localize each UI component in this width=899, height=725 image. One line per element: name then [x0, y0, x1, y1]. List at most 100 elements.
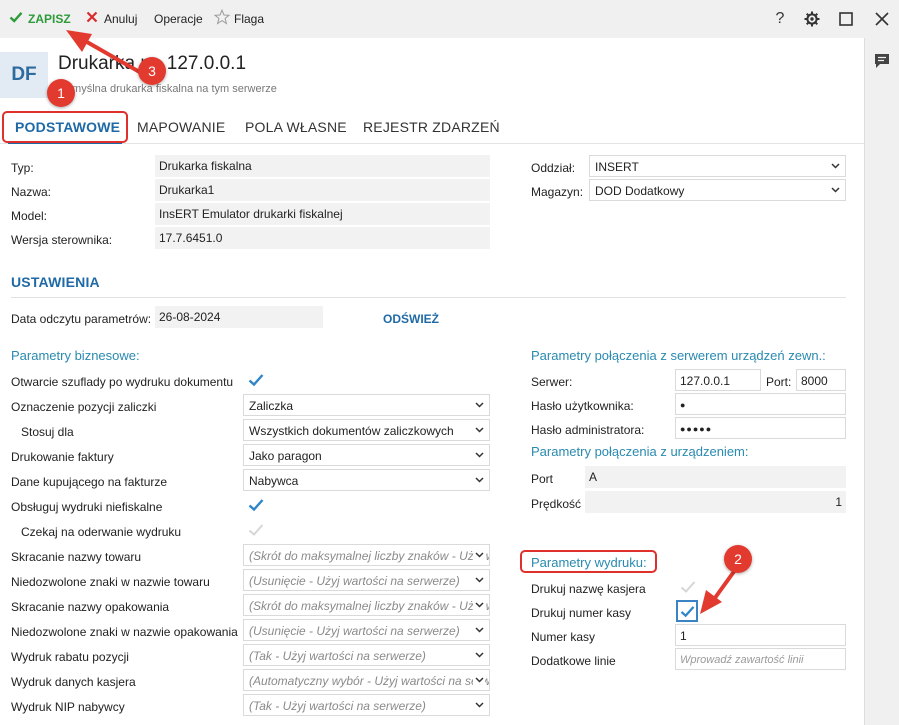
nonfiscal-prints-checkbox[interactable]	[246, 495, 266, 515]
operations-button[interactable]: Operacje	[154, 10, 203, 28]
save-button[interactable]: ZAPISZ	[8, 10, 71, 28]
print-cashier-checkbox[interactable]	[678, 577, 698, 597]
gear-icon	[804, 11, 820, 27]
server-conn-title: Parametry połączenia z serwerem urządzeń…	[531, 348, 826, 363]
type-label: Typ:	[11, 161, 34, 175]
device-speed-value: 1	[585, 491, 846, 513]
product-name-chars-select[interactable]: (Usunięcie - Użyj wartości na serwerze)	[243, 569, 490, 591]
annotation-badge-3: 3	[138, 57, 166, 85]
admin-password-label: Hasło administratora:	[531, 423, 645, 437]
extra-lines-input[interactable]: Wprowadź zawartość linii	[675, 648, 846, 670]
advance-marking-select[interactable]: Zaliczka	[243, 394, 490, 416]
name-value: Drukarka1	[155, 179, 490, 201]
tab-basic[interactable]: PODSTAWOWE	[15, 119, 120, 135]
active-tab-indicator	[8, 141, 122, 144]
port-input[interactable]: 8000	[796, 369, 846, 391]
business-row-label: Dane kupującego na fakturze	[11, 475, 168, 489]
user-password-label: Hasło użytkownika:	[531, 399, 634, 413]
tab-event-log[interactable]: REJESTR ZDARZEŃ	[363, 119, 500, 135]
item-discount-print-select[interactable]: (Tak - Użyj wartości na serwerze)	[243, 644, 490, 666]
branch-select[interactable]: INSERT	[589, 155, 846, 177]
cancel-label: Anuluj	[104, 12, 138, 26]
buyer-nip-print-select[interactable]: (Tak - Użyj wartości na serwerze)	[243, 694, 490, 716]
invoice-printing-select[interactable]: Jako paragon	[243, 444, 490, 466]
select-value: (Skrót do maksymalnej liczby znaków - Uż…	[249, 549, 489, 563]
annotation-badge-2: 2	[724, 545, 752, 573]
read-date-value: 26-08-2024	[155, 306, 323, 328]
tab-custom-fields[interactable]: POLA WŁASNE	[245, 119, 347, 135]
chevron-down-icon	[473, 545, 485, 565]
business-row-label: Niedozwolone znaki w nazwie opakowania	[11, 625, 238, 639]
close-window-button[interactable]	[871, 8, 893, 30]
business-row-label: Czekaj na oderwanie wydruku	[21, 525, 182, 539]
refresh-button[interactable]: ODŚWIEŻ	[383, 312, 439, 326]
server-label: Serwer:	[531, 375, 573, 389]
business-row-label: Otwarcie szuflady po wydruku dokumentu	[11, 375, 234, 389]
arrow-head-checkbox	[700, 590, 722, 614]
business-params-title: Parametry biznesowe:	[11, 348, 140, 363]
chevron-down-icon	[473, 645, 485, 665]
chevron-down-icon	[473, 620, 485, 640]
settings-divider	[11, 297, 846, 298]
warehouse-label: Magazyn:	[531, 185, 584, 199]
page-subtitle: Domyślna drukarka fiskalna na tym serwer…	[58, 83, 277, 95]
device-port-value: A	[585, 466, 846, 488]
register-number-input[interactable]: 1	[675, 624, 846, 646]
print-params-title: Parametry wydruku:	[531, 555, 647, 570]
buyer-data-select[interactable]: Nabywca	[243, 469, 490, 491]
select-value: (Automatyczny wybór - Użyj wartości na s…	[249, 674, 489, 688]
business-row-label: Skracanie nazwy opakowania	[11, 600, 170, 614]
chevron-down-icon	[473, 470, 485, 490]
server-input[interactable]: 127.0.0.1	[675, 369, 761, 391]
select-value: (Usunięcie - Użyj wartości na serwerze)	[249, 574, 460, 588]
branch-value: INSERT	[595, 160, 639, 174]
check-icon	[248, 374, 264, 387]
select-value: (Usunięcie - Użyj wartości na serwerze)	[249, 624, 460, 638]
chevron-down-icon	[473, 595, 485, 615]
drawer-open-checkbox[interactable]	[246, 370, 266, 390]
package-name-chars-select[interactable]: (Usunięcie - Użyj wartości na serwerze)	[243, 619, 490, 641]
model-value: InsERT Emulator drukarki fiskalnej	[155, 203, 490, 225]
close-window-icon	[875, 12, 889, 26]
chevron-down-icon	[473, 570, 485, 590]
chevron-down-icon	[473, 695, 485, 715]
user-password-input[interactable]: ●	[675, 393, 846, 415]
chevron-down-icon	[473, 420, 485, 440]
print-register-checkbox[interactable]	[676, 600, 698, 622]
register-number-label: Numer kasy	[531, 630, 596, 644]
cancel-button[interactable]: Anuluj	[84, 10, 137, 28]
cashier-data-print-select[interactable]: (Automatyczny wybór - Użyj wartości na s…	[243, 669, 490, 691]
flag-button[interactable]: Flaga	[213, 8, 264, 28]
document-header: DF Drukarka na 127.0.0.1 Domyślna drukar…	[0, 38, 864, 110]
apply-for-select[interactable]: Wszystkich dokumentów zaliczkowych	[243, 419, 490, 441]
chevron-down-icon	[473, 395, 485, 415]
help-button[interactable]: ?	[769, 8, 791, 30]
package-name-shortening-select[interactable]: (Skrót do maksymalnej liczby znaków - Uż…	[243, 594, 490, 616]
tab-bar: PODSTAWOWE MAPOWANIE POLA WŁASNE REJESTR…	[0, 110, 864, 144]
warehouse-select[interactable]: DOD Dodatkowy	[589, 179, 846, 201]
select-value: (Skrót do maksymalnej liczby znaków - Uż…	[249, 599, 489, 613]
select-value: (Tak - Użyj wartości na serwerze)	[249, 699, 426, 713]
product-name-shortening-select[interactable]: (Skrót do maksymalnej liczby znaków - Uż…	[243, 544, 490, 566]
model-label: Model:	[11, 209, 48, 223]
business-row-label: Skracanie nazwy towaru	[11, 550, 142, 564]
type-value: Drukarka fiskalna	[155, 155, 490, 177]
print-cashier-label: Drukuj nazwę kasjera	[531, 582, 646, 596]
chevron-down-icon	[473, 445, 485, 465]
extra-lines-label: Dodatkowe linie	[531, 654, 616, 668]
comment-icon[interactable]	[873, 52, 891, 70]
warehouse-value: DOD Dodatkowy	[595, 184, 685, 198]
tab-mapping[interactable]: MAPOWANIE	[137, 119, 225, 135]
print-register-label: Drukuj numer kasy	[531, 606, 632, 620]
select-value: (Tak - Użyj wartości na serwerze)	[249, 649, 426, 663]
business-row-label: Oznaczenie pozycji zaliczki	[11, 400, 157, 414]
check-icon	[248, 524, 264, 536]
device-port-label: Port	[531, 472, 554, 486]
settings-button[interactable]	[801, 8, 823, 30]
wait-tearoff-checkbox[interactable]	[246, 520, 266, 540]
check-icon	[8, 10, 24, 28]
driver-version-value: 17.7.6451.0	[155, 227, 490, 249]
save-label: ZAPISZ	[28, 12, 71, 26]
admin-password-input[interactable]: ●●●●●	[675, 417, 846, 439]
maximize-button[interactable]	[835, 8, 857, 30]
